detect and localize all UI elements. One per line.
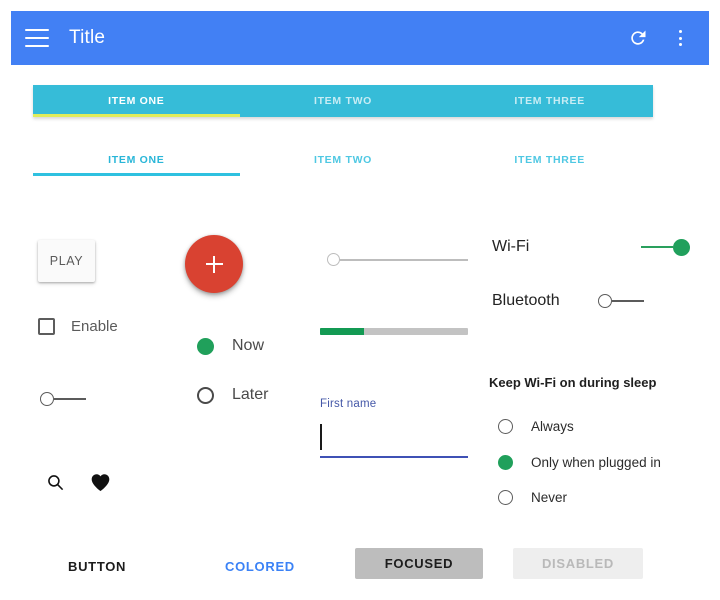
tab-plain-item-two[interactable]: ITEM TWO <box>240 144 447 176</box>
progress-bar-fill <box>320 328 365 335</box>
wifi-switch-track <box>641 245 673 249</box>
refresh-icon[interactable] <box>623 23 653 53</box>
button-disabled: DISABLED <box>513 548 643 579</box>
first-name-textfield[interactable]: First name <box>320 398 468 459</box>
hamburger-menu-icon[interactable] <box>25 29 49 47</box>
radio-only-when-plugged-in[interactable]: Only when plugged in <box>498 455 661 470</box>
wifi-switch[interactable] <box>641 238 690 256</box>
bluetooth-switch-track <box>612 300 644 302</box>
sleep-section-title: Keep Wi-Fi on during sleep <box>489 375 657 390</box>
enable-checkbox-label: Enable <box>71 318 118 335</box>
slider-track[interactable] <box>340 258 468 261</box>
radio-later[interactable]: Later <box>197 386 268 404</box>
more-vert-icon[interactable] <box>665 23 695 53</box>
tab-bar-plain: ITEM ONE ITEM TWO ITEM THREE <box>33 144 653 176</box>
tab-bar-filled: ITEM ONE ITEM TWO ITEM THREE <box>33 85 653 117</box>
radio-always-label: Always <box>531 419 574 434</box>
search-icon[interactable] <box>46 473 65 497</box>
wifi-switch-knob-icon[interactable] <box>673 238 690 256</box>
switch-track <box>54 398 86 400</box>
radio-always-circle-icon[interactable] <box>498 419 513 434</box>
tab-plain-indicator <box>33 173 240 176</box>
bluetooth-switch-row[interactable]: Bluetooth <box>492 292 644 310</box>
tab-filled-item-two[interactable]: ITEM TWO <box>240 85 447 117</box>
button-colored[interactable]: COLORED <box>215 551 305 582</box>
tab-filled-item-three[interactable]: ITEM THREE <box>446 85 653 117</box>
app-bar: Title <box>11 11 709 65</box>
plus-icon-vertical <box>212 255 216 273</box>
switch-knob-icon[interactable] <box>40 392 54 406</box>
tab-filled-item-one[interactable]: ITEM ONE <box>33 85 240 117</box>
enable-checkbox[interactable]: Enable <box>38 318 118 335</box>
radio-never[interactable]: Never <box>498 490 567 505</box>
radio-later-circle-icon[interactable] <box>197 386 214 404</box>
bluetooth-label: Bluetooth <box>492 292 560 309</box>
floating-action-button[interactable] <box>185 235 243 293</box>
tab-plain-item-three[interactable]: ITEM THREE <box>446 144 653 176</box>
tab-plain-item-one[interactable]: ITEM ONE <box>33 144 240 176</box>
play-button[interactable]: PLAY <box>38 240 95 282</box>
radio-plugged-circle-icon[interactable] <box>498 455 513 470</box>
slider[interactable] <box>327 253 468 266</box>
first-name-underline <box>320 456 468 459</box>
radio-plugged-label: Only when plugged in <box>531 455 661 470</box>
app-bar-title: Title <box>69 27 106 48</box>
tab-filled-indicator <box>33 114 240 117</box>
left-switch-off[interactable] <box>40 392 86 406</box>
button-normal[interactable]: BUTTON <box>58 551 136 582</box>
wifi-switch-row[interactable]: Wi-Fi <box>492 238 690 256</box>
bluetooth-switch[interactable] <box>598 294 644 308</box>
bluetooth-switch-knob-icon[interactable] <box>598 294 612 308</box>
checkbox-box-icon[interactable] <box>38 318 55 335</box>
radio-never-circle-icon[interactable] <box>498 490 513 505</box>
icon-button-row <box>46 473 111 497</box>
first-name-input[interactable] <box>320 420 468 456</box>
slider-thumb[interactable] <box>327 253 340 266</box>
favorite-heart-icon[interactable] <box>90 473 111 497</box>
text-caret <box>320 424 322 450</box>
radio-now[interactable]: Now <box>197 337 264 355</box>
button-focused[interactable]: FOCUSED <box>355 548 483 579</box>
radio-always[interactable]: Always <box>498 419 574 434</box>
radio-never-label: Never <box>531 490 568 505</box>
radio-now-circle-icon[interactable] <box>197 337 214 355</box>
radio-now-label: Now <box>232 337 265 354</box>
progress-bar <box>320 328 468 335</box>
first-name-label: First name <box>320 398 377 410</box>
radio-later-label: Later <box>232 386 269 403</box>
wifi-label: Wi-Fi <box>492 238 530 255</box>
